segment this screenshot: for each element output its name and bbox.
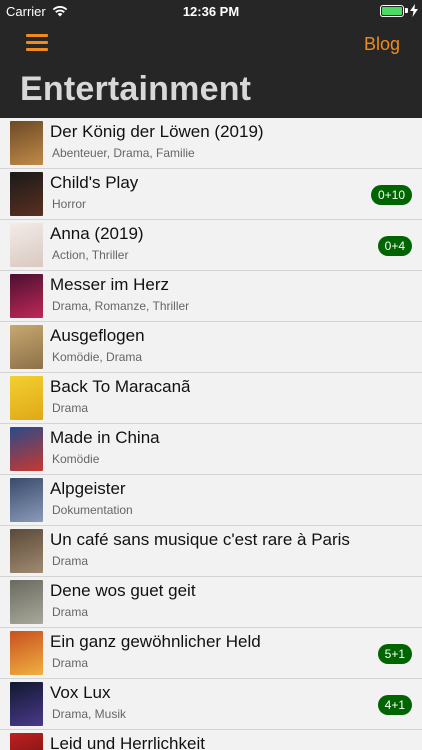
movie-genres: Dokumentation	[52, 503, 133, 517]
clock: 12:36 PM	[182, 4, 240, 19]
movie-genres: Drama	[52, 401, 89, 415]
list-item[interactable]: Leid und Herrlichkeit	[0, 730, 422, 750]
movie-poster	[10, 223, 43, 267]
list-item[interactable]: Messer im Herz Drama, Romanze, Thriller	[0, 271, 422, 322]
movie-poster	[10, 631, 43, 675]
battery-icon	[380, 5, 404, 17]
movie-title: Messer im Herz	[50, 275, 170, 294]
movie-title: Made in China	[50, 428, 160, 447]
movie-genres: Drama	[52, 554, 89, 568]
movie-genres: Drama, Musik	[52, 707, 127, 721]
movie-title: Anna (2019)	[50, 224, 144, 243]
movie-poster	[10, 733, 43, 750]
movie-genres: Abenteuer, Drama, Familie	[52, 146, 195, 160]
movie-genres: Action, Thriller	[52, 248, 129, 262]
list-item[interactable]: Anna (2019) Action, Thriller 0+4	[0, 220, 422, 271]
movie-title: Ein ganz gewöhnlicher Held	[50, 632, 261, 651]
movie-list[interactable]: Der König der Löwen (2019) Abenteuer, Dra…	[0, 118, 422, 750]
movie-title: Leid und Herrlichkeit	[50, 734, 205, 750]
list-item[interactable]: Back To Maracanã Drama	[0, 373, 422, 424]
movie-poster	[10, 529, 43, 573]
movie-poster	[10, 478, 43, 522]
status-bar: Carrier 12:36 PM	[0, 0, 422, 22]
movie-title: Alpgeister	[50, 479, 126, 498]
movie-genres: Horror	[52, 197, 87, 211]
movie-title: Child's Play	[50, 173, 139, 192]
movie-poster	[10, 172, 43, 216]
movie-title: Vox Lux	[50, 683, 111, 702]
list-item[interactable]: Dene wos guet geit Drama	[0, 577, 422, 628]
movie-title: Back To Maracanã	[50, 377, 191, 396]
list-item[interactable]: Vox Lux Drama, Musik 4+1	[0, 679, 422, 730]
showtime-badge: 0+10	[370, 185, 412, 205]
movie-genres: Komödie, Drama	[52, 350, 143, 364]
movie-poster	[10, 325, 43, 369]
navigation-bar: Blog Entertainment	[0, 22, 422, 118]
showtime-badge: 0+4	[377, 236, 412, 256]
blog-button[interactable]: Blog	[364, 34, 400, 55]
list-item[interactable]: Der König der Löwen (2019) Abenteuer, Dra…	[0, 118, 422, 169]
movie-genres: Drama	[52, 605, 89, 619]
movie-poster	[10, 682, 43, 726]
movie-poster	[10, 580, 43, 624]
charging-bolt-icon	[410, 4, 418, 17]
page-title: Entertainment	[20, 70, 252, 108]
list-item[interactable]: Made in China Komödie	[0, 424, 422, 475]
movie-poster	[10, 121, 43, 165]
list-item[interactable]: Ausgeflogen Komödie, Drama	[0, 322, 422, 373]
movie-genres: Drama, Romanze, Thriller	[52, 299, 190, 313]
list-item[interactable]: Child's Play Horror 0+10	[0, 169, 422, 220]
movie-poster	[10, 376, 43, 420]
movie-poster	[10, 427, 43, 471]
movie-genres: Komödie	[52, 452, 100, 466]
movie-genres: Drama	[52, 656, 89, 670]
movie-poster	[10, 274, 43, 318]
list-item[interactable]: Alpgeister Dokumentation	[0, 475, 422, 526]
list-item[interactable]: Un café sans musique c'est rare à Paris D…	[0, 526, 422, 577]
movie-title: Dene wos guet geit	[50, 581, 196, 600]
movie-title: Ausgeflogen	[50, 326, 145, 345]
movie-title: Der König der Löwen (2019)	[50, 122, 264, 141]
list-item[interactable]: Ein ganz gewöhnlicher Held Drama 5+1	[0, 628, 422, 679]
battery-tip	[405, 8, 408, 13]
movie-title: Un café sans musique c'est rare à Paris	[50, 530, 350, 549]
showtime-badge: 4+1	[377, 695, 412, 715]
showtime-badge: 5+1	[377, 644, 412, 664]
hamburger-menu-icon[interactable]	[26, 34, 48, 52]
